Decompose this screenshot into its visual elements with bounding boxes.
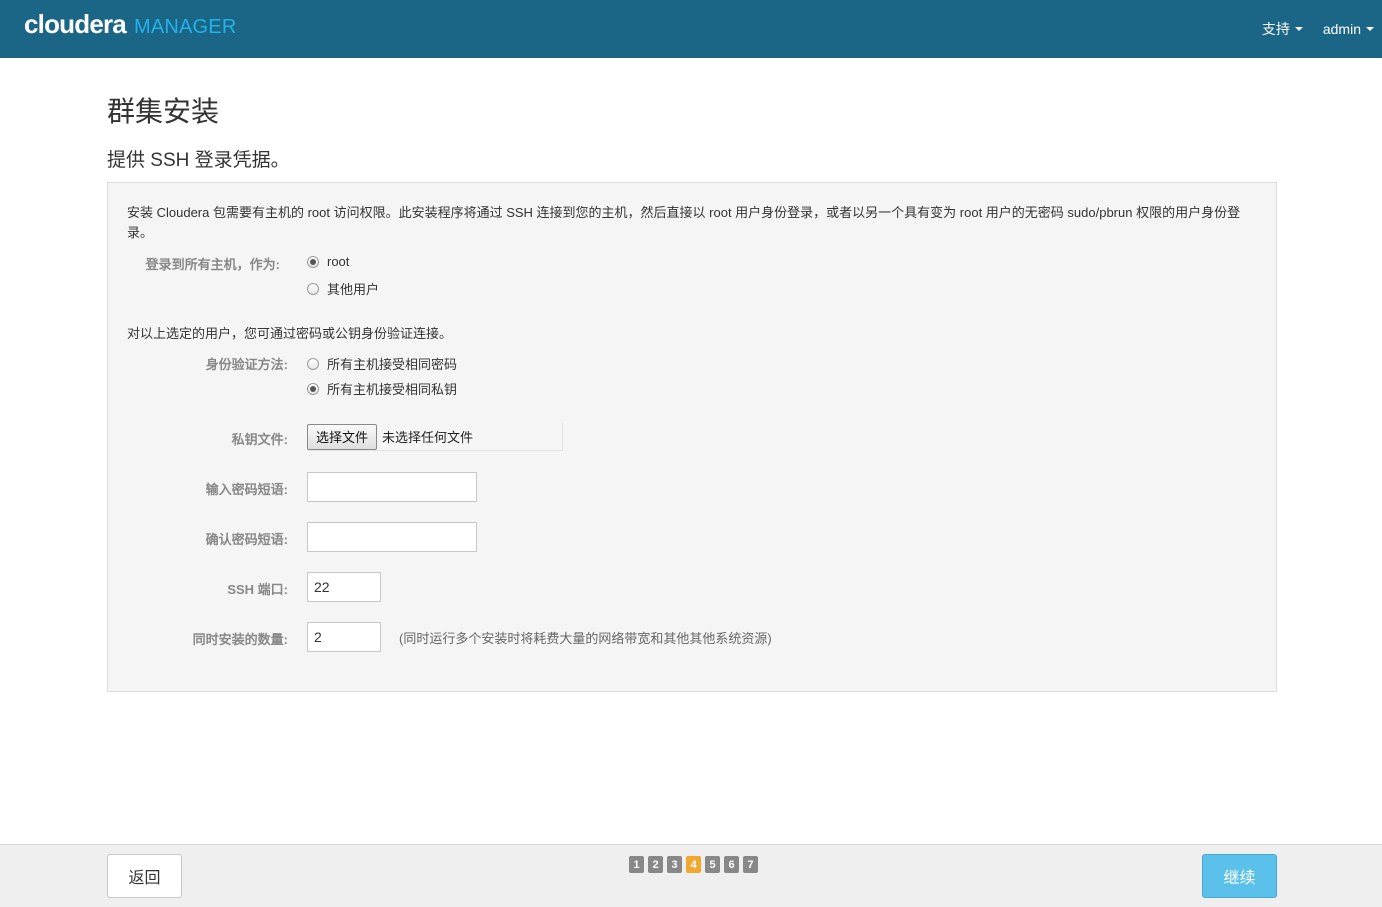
auth-password-option[interactable]: 所有主机接受相同密码 xyxy=(307,354,457,373)
nav-right: 支持 admin xyxy=(1250,0,1382,58)
radio-same-password[interactable] xyxy=(307,357,319,370)
parallel-installs-hint: (同时运行多个安装时将耗费大量的网络带宽和其他其他系统资源) xyxy=(399,631,772,646)
support-menu-label: 支持 xyxy=(1261,21,1290,37)
brand-name: cloudera xyxy=(24,9,127,39)
auth-intro-text: 对以上选定的用户，您可通过密码或公钥身份验证连接。 xyxy=(127,326,453,341)
private-key-label: 私钥文件: xyxy=(231,432,288,447)
login-as-label: 登录到所有主机，作为: xyxy=(145,257,280,272)
radio-other-user-label: 其他用户 xyxy=(327,282,380,297)
page-title: 群集安装 xyxy=(107,96,220,127)
step-5: 5 xyxy=(705,856,720,873)
radio-same-key[interactable] xyxy=(307,382,319,395)
login-other-user-option[interactable]: 其他用户 xyxy=(307,279,379,298)
login-root-option[interactable]: root xyxy=(307,254,349,269)
ssh-port-input[interactable] xyxy=(307,572,381,602)
passphrase-label: 输入密码短语: xyxy=(205,482,288,497)
step-2: 2 xyxy=(648,856,663,873)
auth-method-label: 身份验证方法: xyxy=(205,357,288,372)
confirm-passphrase-input[interactable] xyxy=(307,522,477,552)
ssh-port-label: SSH 端口: xyxy=(227,582,288,597)
step-6: 6 xyxy=(724,856,739,873)
brand-logo[interactable]: cloudera MANAGER xyxy=(24,9,237,45)
radio-same-password-label: 所有主机接受相同密码 xyxy=(327,357,458,372)
parallel-installs-input[interactable] xyxy=(307,622,381,652)
step-1: 1 xyxy=(629,856,644,873)
intro-text: 安装 Cloudera 包需要有主机的 root 访问权限。此安装程序将通过 S… xyxy=(127,205,1241,240)
user-menu[interactable]: admin xyxy=(1311,21,1382,37)
wizard-steps: 1 2 3 4 5 6 7 xyxy=(629,856,762,873)
page-subtitle: 提供 SSH 登录凭据。 xyxy=(107,150,290,171)
radio-root[interactable] xyxy=(307,255,319,268)
top-navbar: cloudera MANAGER 支持 admin xyxy=(0,0,1382,58)
brand-product: MANAGER xyxy=(133,16,237,38)
radio-root-label: root xyxy=(327,254,350,269)
step-7: 7 xyxy=(743,856,758,873)
continue-button[interactable]: 继续 xyxy=(1202,854,1277,898)
step-4-current: 4 xyxy=(686,856,701,873)
radio-other-user[interactable] xyxy=(307,282,319,295)
chevron-down-icon xyxy=(1366,27,1374,31)
parallel-installs-label: 同时安装的数量: xyxy=(192,632,288,647)
private-key-file-input[interactable]: 选择文件 未选择任何文件 xyxy=(307,423,563,451)
confirm-passphrase-label: 确认密码短语: xyxy=(205,532,288,547)
choose-file-button[interactable]: 选择文件 xyxy=(307,423,378,450)
passphrase-input[interactable] xyxy=(307,472,477,502)
wizard-footer: 返回 1 2 3 4 5 6 7 继续 xyxy=(0,844,1382,907)
user-menu-label: admin xyxy=(1322,21,1361,37)
back-button[interactable]: 返回 xyxy=(107,854,182,898)
radio-same-key-label: 所有主机接受相同私钥 xyxy=(327,382,458,397)
file-status: 未选择任何文件 xyxy=(382,430,474,445)
credentials-panel: 安装 Cloudera 包需要有主机的 root 访问权限。此安装程序将通过 S… xyxy=(107,182,1277,692)
chevron-down-icon xyxy=(1294,27,1303,31)
support-menu[interactable]: 支持 xyxy=(1250,19,1311,39)
auth-key-option[interactable]: 所有主机接受相同私钥 xyxy=(307,379,457,398)
step-3: 3 xyxy=(667,856,682,873)
